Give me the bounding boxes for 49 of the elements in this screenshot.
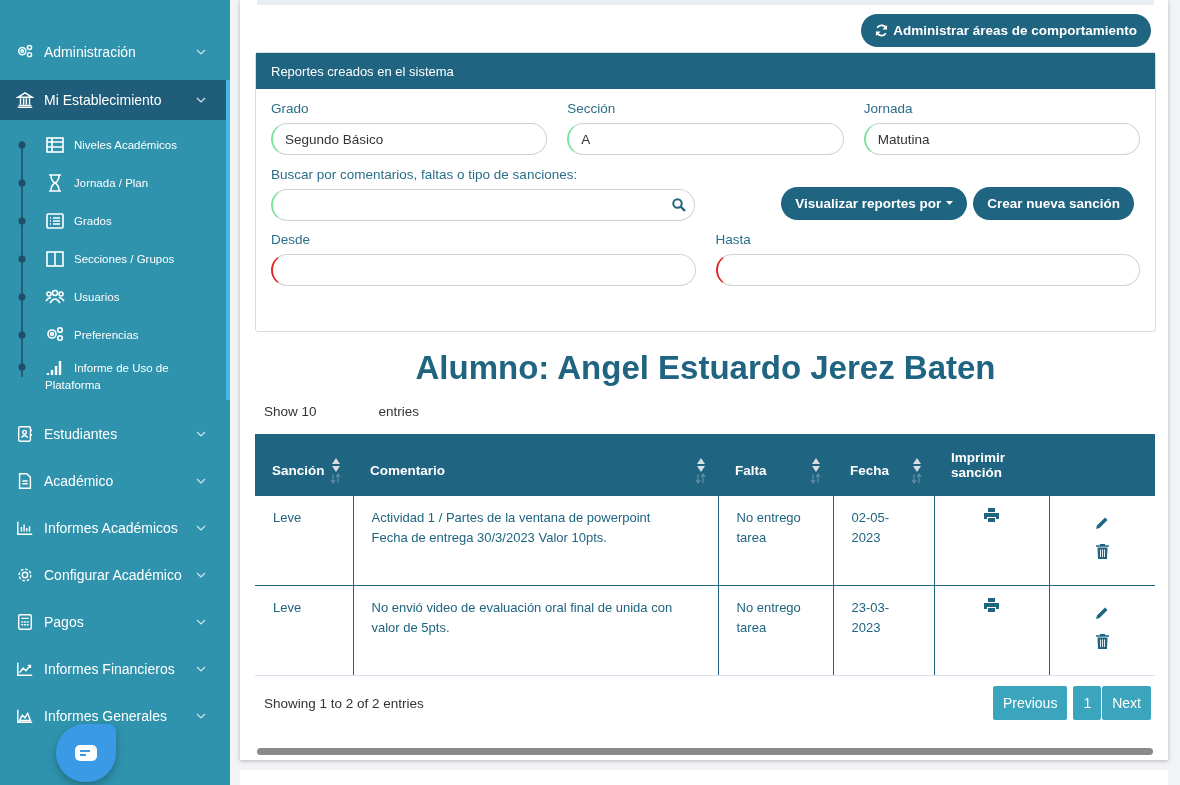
- page-button[interactable]: Previous: [992, 686, 1068, 720]
- field-value: Segundo Básico: [285, 131, 384, 147]
- sidebar-item[interactable]: Configurar Académico: [0, 551, 226, 598]
- entries-label: Show 10: [264, 404, 317, 419]
- table-cell-text: 02-05-2023: [851, 509, 891, 547]
- table-cell: Leve: [273, 600, 302, 615]
- sidebar-item[interactable]: Mi Establecimiento: [0, 80, 226, 120]
- field-label: Sección: [567, 101, 616, 116]
- submenu-item[interactable]: Preferencias: [74, 329, 139, 341]
- column-header[interactable]: Falta: [735, 462, 767, 478]
- field-value: A: [581, 131, 591, 147]
- action-button[interactable]: Visualizar reportes por: [781, 186, 968, 220]
- sidebar-item[interactable]: Estudiantes: [0, 410, 226, 457]
- table-cell-text: Actividad 1 / Partes de la ventana de powerpoint Fecha de entrega 30/3/2023 Valor 10pts.: [371, 509, 652, 547]
- table-info: Showing 1 to 2 of 2 entries: [264, 695, 424, 711]
- submenu-item[interactable]: Niveles Académicos: [74, 139, 177, 151]
- submenu-item[interactable]: Informe de Uso de Plataforma: [45, 360, 195, 394]
- column-header[interactable]: Comentario: [370, 462, 445, 478]
- field-label: Grado: [271, 101, 309, 116]
- submenu-item[interactable]: Jornada / Plan: [74, 177, 149, 189]
- table-cell-text: No envió video de evaluación oral final de unida con valor de 5pts.: [371, 599, 674, 637]
- field-label: Buscar por comentarios, faltas o tipo de sanciones:: [271, 167, 578, 182]
- student-heading: Alumno: Angel Estuardo Jerez Baten: [414, 348, 997, 388]
- entries-label: entries: [378, 404, 420, 419]
- sidebar-item[interactable]: Informes Generales: [0, 692, 226, 739]
- page-button[interactable]: 1: [1073, 686, 1102, 720]
- sidebar-item[interactable]: Pagos: [0, 598, 226, 645]
- field-label: Desde: [271, 232, 311, 247]
- submenu-item[interactable]: Secciones / Grupos: [74, 253, 175, 265]
- submenu-item[interactable]: Usuarios: [74, 291, 120, 303]
- sidebar-item[interactable]: Informes Financieros: [0, 645, 226, 692]
- table-cell: Leve: [273, 510, 302, 525]
- page-button[interactable]: Next: [1102, 686, 1151, 720]
- sidebar-item[interactable]: Académico: [0, 457, 226, 504]
- column-header[interactable]: Fecha: [850, 462, 890, 478]
- table-cell-text: 23-03-2023: [851, 599, 891, 637]
- manage-areas-button[interactable]: Administrar áreas de comportamiento: [861, 14, 1151, 47]
- panel-title: Reportes creados en el sistema: [271, 63, 454, 79]
- sidebar-item[interactable]: Informes Académicos: [0, 504, 226, 551]
- table-cell-text: No entrego tarea: [736, 509, 802, 547]
- column-header[interactable]: Sanción: [272, 462, 325, 478]
- field-value: Matutina: [877, 131, 930, 147]
- submenu-item[interactable]: Grados: [74, 215, 112, 227]
- field-label: Hasta: [715, 232, 751, 247]
- field-label: Jornada: [863, 101, 913, 116]
- action-button[interactable]: Crear nueva sanción: [973, 186, 1134, 220]
- table-cell-text: No entrego tarea: [736, 599, 802, 637]
- sidebar-item[interactable]: Administración: [0, 28, 226, 75]
- column-header: Imprimir sanción: [951, 450, 1006, 480]
